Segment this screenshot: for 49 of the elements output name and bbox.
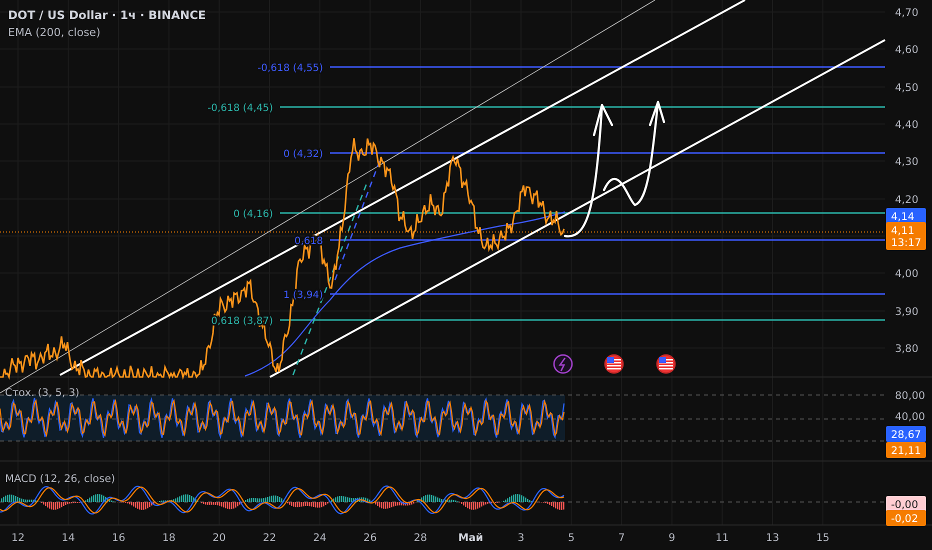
lightning-icon[interactable] [553,354,573,374]
time-axis-label: 12 [11,532,25,544]
stoch-label: Стох. (3, 5, 3) [5,387,80,399]
indicator-label: EMA (200, close) [8,26,100,39]
time-axis-label: Май [458,532,484,544]
time-axis-label: 15 [816,532,830,544]
time-axis-label: 26 [363,532,377,544]
price-axis-label: 3,80 [895,343,918,355]
time-axis-label: 9 [668,532,676,544]
fib-level-line[interactable] [330,152,885,154]
flag-icon[interactable] [604,354,624,374]
price-axis-label: 4,70 [895,7,918,19]
value-badge: 28,67 [886,426,926,442]
fib-level-line[interactable] [330,239,885,241]
chart-title: DOT / US Dollar · 1ч · BINANCE [8,8,206,22]
time-axis-label: 20 [212,532,226,544]
price-axis-label: 4,20 [895,194,918,206]
fib-level-label: 0 (4,16) [233,209,273,220]
price-axis-label: 4,30 [895,156,918,168]
time-axis-label: 3 [518,532,524,544]
flag-icon[interactable] [656,354,676,374]
value-badge: 21,11 [886,442,926,458]
fib-level-line[interactable] [280,106,885,108]
price-axis-label: 4,40 [895,119,918,131]
fib-level-label: -0,618 (4,55) [258,63,323,74]
fib-level-label: -0,618 (4,45) [208,103,273,114]
dashed-trend-line[interactable] [334,160,381,280]
price-axis-label: 3,90 [895,306,918,318]
price-axis-label: 4,00 [895,268,918,280]
price-axis-label: 4,60 [895,44,918,56]
time-axis-label: 7 [618,532,625,544]
time-axis-label: 16 [112,532,126,544]
stoch-axis-label: 80,00 [895,390,926,402]
time-axis-label: 14 [62,532,75,544]
time-axis-label: 13 [766,532,780,544]
time-axis-label: 5 [568,532,575,544]
price-axis-label: 4,50 [895,82,918,94]
time-axis-label: 18 [162,532,176,544]
hand-drawn-arrow[interactable] [602,100,666,206]
time-axis-label: 22 [262,532,276,544]
stoch-axis-label: 40,00 [895,411,926,423]
hand-drawn-arrow[interactable] [564,104,614,238]
time-axis-label: 11 [716,532,729,544]
time-axis-label: 28 [414,532,428,544]
value-badge: -0,02 [886,510,926,526]
value-badge: 4,11 13:17 [886,222,926,250]
time-axis-label: 24 [313,532,326,544]
macd-label: MACD (12, 26, close) [5,473,116,485]
fib-level-label: 0 (4,32) [283,149,323,160]
